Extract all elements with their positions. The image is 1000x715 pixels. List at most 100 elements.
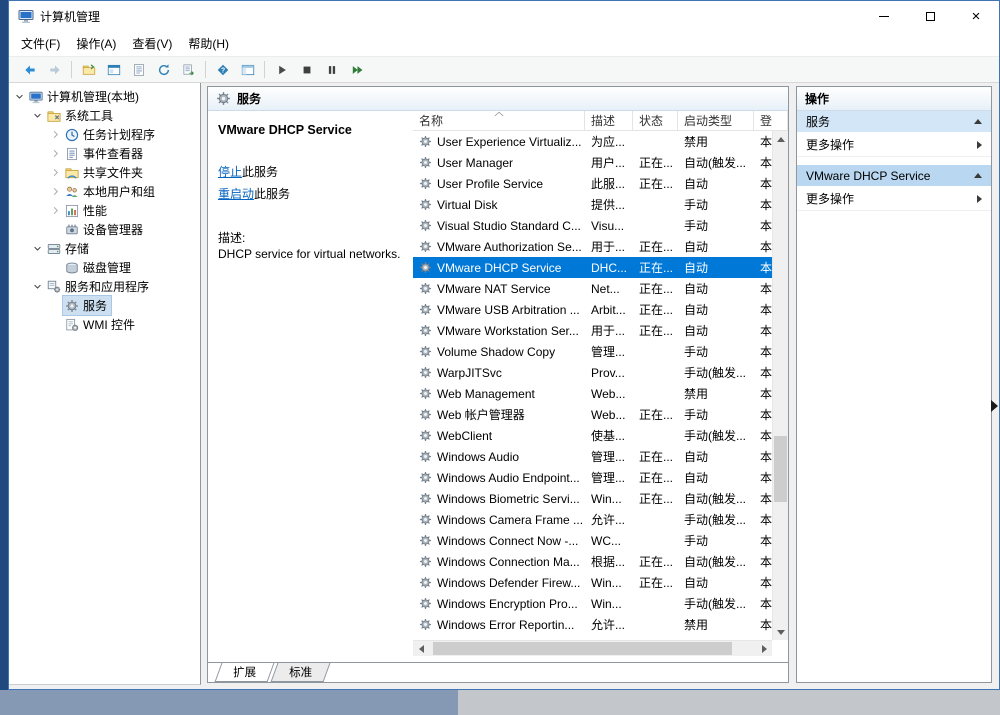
tree-item-10[interactable]: 服务和应用程序 (9, 277, 200, 296)
service-row-1[interactable]: User Manager 用户... 正在... 自动(触发... 本 (413, 152, 772, 173)
horizontal-scrollbar[interactable] (413, 640, 772, 656)
scroll-up-button[interactable] (773, 131, 788, 147)
triangle-left-icon (418, 644, 424, 653)
chevron-right-icon[interactable] (47, 184, 63, 200)
chevron-right-icon[interactable] (47, 165, 63, 181)
service-row-13[interactable]: Web 帐户管理器 Web... 正在... 手动 本 (413, 404, 772, 425)
pause-service-button[interactable] (319, 58, 344, 81)
service-row-23[interactable]: Windows Error Reportin... 允许... 禁用 本 (413, 614, 772, 635)
service-row-20[interactable]: Windows Connection Ma... 根据... 正在... 自动(触发.… (413, 551, 772, 572)
service-row-7[interactable]: VMware NAT Service Net... 正在... 自动 本 (413, 278, 772, 299)
close-button[interactable]: × (953, 1, 999, 31)
service-row-10[interactable]: Volume Shadow Copy 管理... 手动 本 (413, 341, 772, 362)
column-header-1[interactable]: 描述 (585, 111, 633, 130)
wmi-icon (65, 318, 79, 332)
maximize-button[interactable] (907, 1, 953, 31)
minimize-button[interactable] (861, 1, 907, 31)
action-section-header-0[interactable]: 服务 (797, 111, 991, 133)
action-section-header-1[interactable]: VMware DHCP Service (797, 165, 991, 187)
collapse-section-icon[interactable] (974, 173, 982, 178)
forward-button[interactable] (42, 58, 67, 81)
tree-item-8[interactable]: 存储 (9, 239, 200, 258)
refresh-button[interactable] (151, 58, 176, 81)
tree-item-3[interactable]: 事件查看器 (9, 144, 200, 163)
view-tab-1[interactable]: 标准 (270, 663, 331, 682)
column-header-2[interactable]: 状态 (633, 111, 678, 130)
tree-item-9[interactable]: 磁盘管理 (9, 258, 200, 277)
expand-arrow-icon[interactable] (991, 400, 998, 412)
tree-item-4[interactable]: 共享文件夹 (9, 163, 200, 182)
tree-item-7[interactable]: 设备管理器 (9, 220, 200, 239)
service-row-8[interactable]: VMware USB Arbitration ... Arbit... 正在... 自… (413, 299, 772, 320)
chevron-right-icon[interactable] (47, 127, 63, 143)
chevron-right-icon[interactable] (47, 203, 63, 219)
titlebar[interactable]: 计算机管理 × (9, 1, 999, 31)
start-service-button[interactable] (269, 58, 294, 81)
more-actions-item-0[interactable]: 更多操作 (797, 133, 991, 157)
vertical-scroll-thumb[interactable] (774, 436, 787, 502)
scroll-down-button[interactable] (773, 624, 788, 640)
column-header-4[interactable]: 登 (754, 111, 788, 130)
collapse-section-icon[interactable] (974, 119, 982, 124)
view-tab-0[interactable]: 扩展 (214, 663, 275, 682)
service-row-18[interactable]: Windows Camera Frame ... 允许... 手动(触发... 本 (413, 509, 772, 530)
tree-item-1[interactable]: 系统工具 (9, 106, 200, 125)
tree-item-12[interactable]: WMI 控件 (9, 315, 200, 334)
menu-item-3[interactable]: 帮助(H) (180, 32, 237, 55)
service-row-6[interactable]: VMware DHCP Service DHC... 正在... 自动 本 (413, 257, 772, 278)
column-header-3[interactable]: 启动类型 (678, 111, 754, 130)
tree-item-5[interactable]: 本地用户和组 (9, 182, 200, 201)
close-icon: × (971, 7, 981, 25)
service-action-link[interactable]: 重启动 (218, 187, 254, 201)
service-row-14[interactable]: WebClient 使基... 手动(触发... 本 (413, 425, 772, 446)
view-tabs: 扩展 标准 (208, 662, 788, 682)
tree-item-11[interactable]: 服务 (9, 295, 200, 316)
chevron-down-icon[interactable] (29, 279, 45, 295)
service-row-22[interactable]: Windows Encryption Pro... Win... 手动(触发... 本 (413, 593, 772, 614)
menu-item-2[interactable]: 查看(V) (124, 32, 180, 55)
scroll-right-button[interactable] (756, 641, 772, 656)
chevron-down-icon[interactable] (11, 89, 27, 105)
service-description-cell: DHC... (591, 260, 627, 275)
service-row-5[interactable]: VMware Authorization Se... 用于... 正在... 自动 本 (413, 236, 772, 257)
chevron-right-icon[interactable] (47, 146, 63, 162)
tree-item-6[interactable]: 性能 (9, 201, 200, 220)
service-logon-cell: 本 (760, 408, 772, 422)
service-action-link[interactable]: 停止 (218, 165, 242, 179)
export-list-button[interactable] (176, 58, 201, 81)
service-row-4[interactable]: Visual Studio Standard C... Visu... 手动 本 (413, 215, 772, 236)
menu-item-1[interactable]: 操作(A) (68, 32, 124, 55)
service-row-16[interactable]: Windows Audio Endpoint... 管理... 正在... 自动 本 (413, 467, 772, 488)
service-row-0[interactable]: User Experience Virtualiz... 为应... 禁用 本 (413, 131, 772, 152)
service-status-cell: 正在... (639, 261, 674, 275)
service-row-21[interactable]: Windows Defender Firew... Win... 正在... 自动 本 (413, 572, 772, 593)
back-button[interactable] (17, 58, 42, 81)
menu-item-0[interactable]: 文件(F) (13, 32, 68, 55)
service-row-2[interactable]: User Profile Service 此服... 正在... 自动 本 (413, 173, 772, 194)
chevron-down-icon[interactable] (29, 108, 45, 124)
service-row-12[interactable]: Web Management Web... 禁用 本 (413, 383, 772, 404)
horizontal-scroll-thumb[interactable] (433, 642, 732, 655)
console-window-button[interactable] (101, 58, 126, 81)
service-row-3[interactable]: Virtual Disk 提供... 手动 本 (413, 194, 772, 215)
gear-icon (419, 387, 432, 400)
service-row-9[interactable]: VMware Workstation Ser... 用于... 正在... 自动 本 (413, 320, 772, 341)
show-console-tree-button[interactable] (235, 58, 260, 81)
more-actions-item-1[interactable]: 更多操作 (797, 187, 991, 211)
tree-item-2[interactable]: 任务计划程序 (9, 125, 200, 144)
service-row-15[interactable]: Windows Audio 管理... 正在... 自动 本 (413, 446, 772, 467)
help-button[interactable]: ? (210, 58, 235, 81)
scroll-left-button[interactable] (413, 641, 429, 656)
column-header-0[interactable]: 名称 (413, 111, 585, 130)
properties-button[interactable] (126, 58, 151, 81)
service-description-cell: Win... (591, 596, 622, 611)
service-row-11[interactable]: WarpJITSvc Prov... 手动(触发... 本 (413, 362, 772, 383)
export-button[interactable] (76, 58, 101, 81)
service-row-17[interactable]: Windows Biometric Servi... Win... 正在... 自动(… (413, 488, 772, 509)
tree-item-0[interactable]: 计算机管理(本地) (9, 87, 200, 106)
service-row-19[interactable]: Windows Connect Now -... WC... 手动 本 (413, 530, 772, 551)
restart-service-button[interactable] (344, 58, 369, 81)
chevron-down-icon[interactable] (29, 241, 45, 257)
vertical-scrollbar[interactable] (772, 131, 788, 640)
stop-service-button[interactable] (294, 58, 319, 81)
